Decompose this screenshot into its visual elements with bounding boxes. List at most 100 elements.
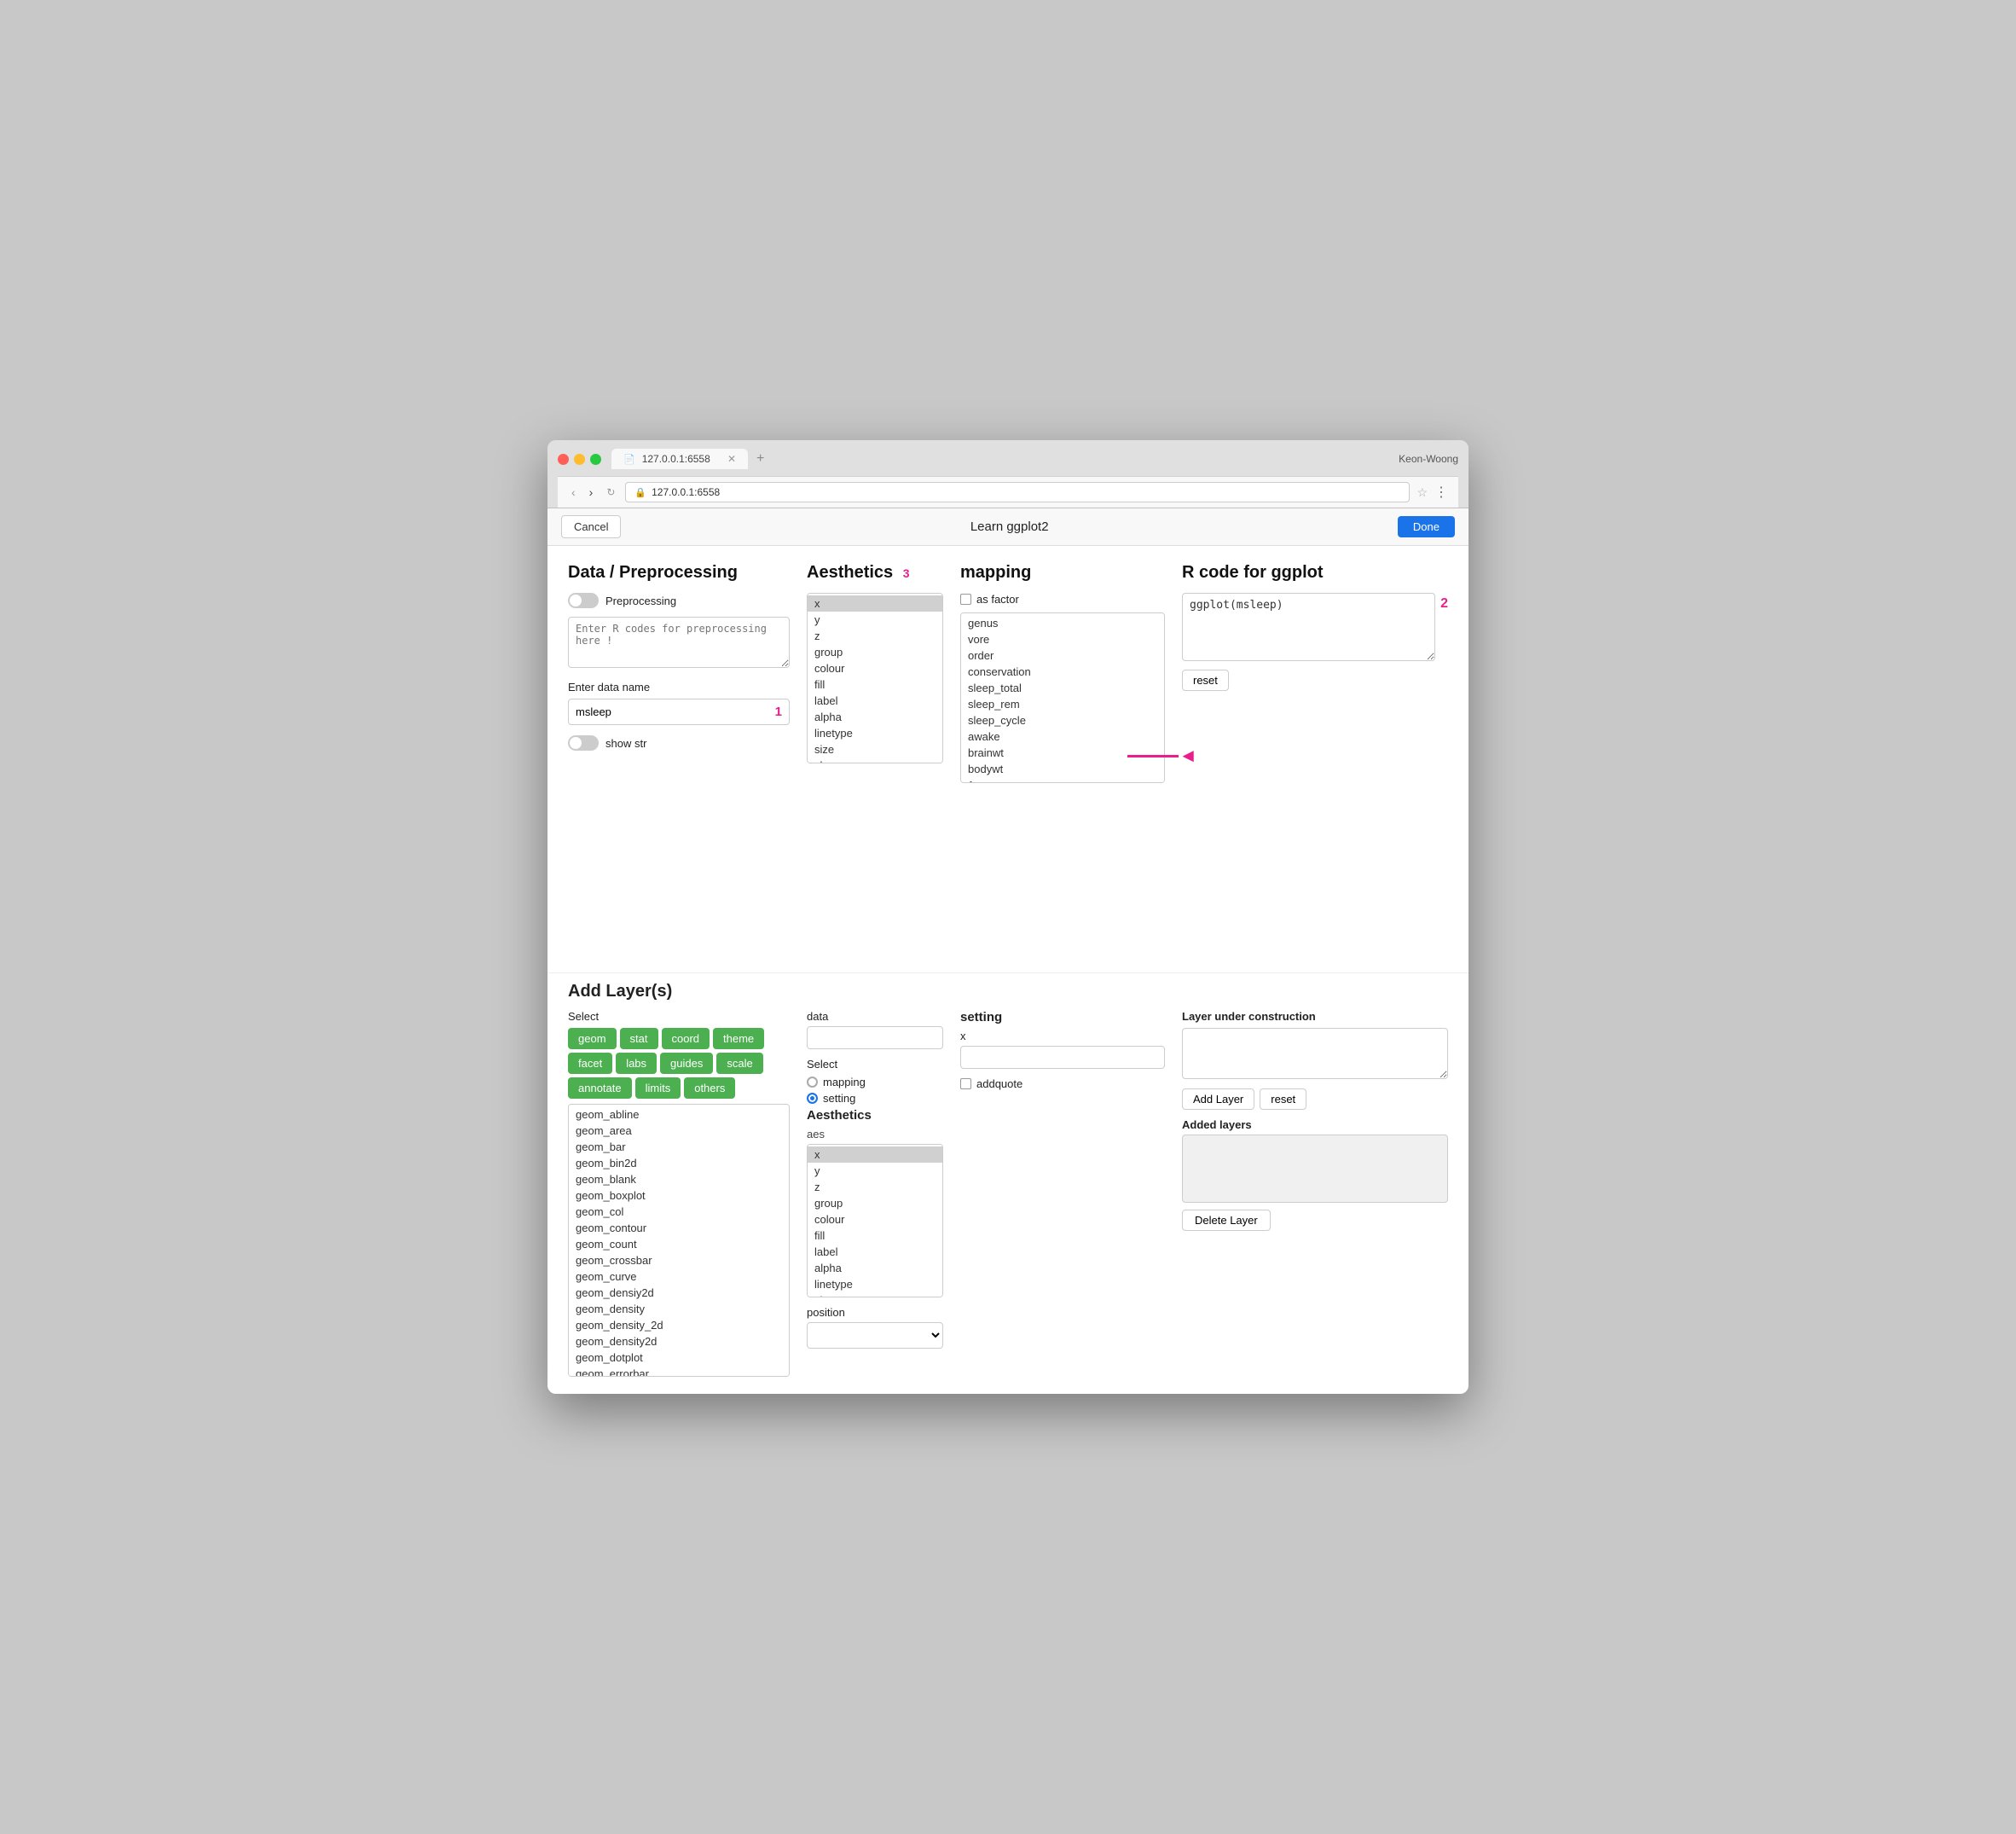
tab-close-icon[interactable]: ✕ [727,453,736,465]
mapping-list-item[interactable]: conservation [961,664,1164,680]
aes-bottom-list[interactable]: x y z group colour fill label alpha line… [807,1144,943,1297]
setting-x-field[interactable] [960,1046,1165,1069]
mapping-list-item[interactable]: sleep_rem [961,696,1164,712]
data-name-input-wrapper: 1 [568,699,790,725]
delete-layer-button[interactable]: Delete Layer [1182,1210,1271,1231]
aes-list-item[interactable]: z [808,628,942,644]
url-bar[interactable]: 🔒 127.0.0.1:6558 [625,482,1410,502]
mapping-list-item[interactable]: awake [961,728,1164,745]
guides-button[interactable]: guides [660,1053,713,1074]
mapping-list-item[interactable]: sleep_total [961,680,1164,696]
show-str-toggle[interactable] [568,735,599,751]
preprocessing-toggle[interactable] [568,593,599,608]
new-tab-button[interactable]: + [751,451,769,467]
aes-bottom-item[interactable]: y [808,1163,942,1179]
title-bar: 📄 127.0.0.1:6558 ✕ + Keon-Woong ‹ › ↻ 🔒 … [547,440,1469,508]
aes-list-item[interactable]: shape [808,757,942,763]
mapping-list-item[interactable]: genus [961,615,1164,631]
close-button[interactable] [558,454,569,465]
preprocessing-row: Preprocessing [568,593,790,608]
minimize-button[interactable] [574,454,585,465]
as-factor-label: as factor [976,593,1019,606]
mapping-list-item[interactable]: vore [961,631,1164,647]
aes-list-item[interactable]: fill [808,676,942,693]
geom-list-item[interactable]: geom_boxplot [569,1187,789,1204]
aes-list-item[interactable]: label [808,693,942,709]
as-factor-checkbox[interactable] [960,594,971,605]
back-button[interactable]: ‹ [568,484,579,501]
geom-list-item[interactable]: geom_curve [569,1268,789,1285]
geom-list[interactable]: geom_abline geom_area geom_bar geom_bin2… [568,1104,790,1377]
position-label: position [807,1306,943,1319]
browser-tab[interactable]: 📄 127.0.0.1:6558 ✕ [611,449,748,469]
geom-list-item[interactable]: geom_density_2d [569,1317,789,1333]
layer-reset-button[interactable]: reset [1260,1088,1306,1110]
others-button[interactable]: others [684,1077,735,1099]
aesthetics-list[interactable]: x y z group colour fill label alpha line… [807,593,943,763]
limits-button[interactable]: limits [635,1077,681,1099]
aes-list-item[interactable]: group [808,644,942,660]
theme-button[interactable]: theme [713,1028,764,1049]
geom-list-item[interactable]: geom_col [569,1204,789,1220]
data-input-field[interactable] [807,1026,943,1049]
aes-bottom-item[interactable]: x [808,1146,942,1163]
geom-list-item[interactable]: geom_blank [569,1171,789,1187]
data-section-title: Data / Preprocessing [568,563,790,583]
stat-button[interactable]: stat [620,1028,658,1049]
cancel-button[interactable]: Cancel [561,515,621,538]
geom-list-item[interactable]: geom_dotplot [569,1349,789,1366]
geom-list-item[interactable]: geom_bin2d [569,1155,789,1171]
aes-bottom-item[interactable]: colour [808,1211,942,1228]
aes-bottom-item[interactable]: linetype [808,1276,942,1292]
aes-list-item[interactable]: alpha [808,709,942,725]
preprocessing-textarea[interactable] [568,617,790,668]
aes-list-item[interactable]: y [808,612,942,628]
coord-button[interactable]: coord [662,1028,710,1049]
mapping-radio[interactable] [807,1077,818,1088]
geom-list-item[interactable]: geom_bar [569,1139,789,1155]
rcode-reset-button[interactable]: reset [1182,670,1229,691]
facet-button[interactable]: facet [568,1053,612,1074]
mapping-list-item[interactable]: 1 [961,777,1164,783]
forward-button[interactable]: › [586,484,597,501]
geom-list-item[interactable]: geom_density [569,1301,789,1317]
setting-radio[interactable] [807,1093,818,1104]
menu-button[interactable]: ⋮ [1434,484,1448,501]
geom-list-item[interactable]: geom_errorbar [569,1366,789,1377]
geom-list-item[interactable]: geom_area [569,1123,789,1139]
mapping-list-item[interactable]: sleep_cycle [961,712,1164,728]
position-select[interactable] [807,1322,943,1349]
rcode-textarea[interactable]: ggplot(msleep) [1182,593,1435,661]
aes-list-item[interactable]: linetype [808,725,942,741]
bookmark-button[interactable]: ☆ [1416,485,1428,500]
geom-list-item[interactable]: geom_contour [569,1220,789,1236]
data-select-column: data Select mapping setting Aesthetics a… [807,1010,943,1377]
done-button[interactable]: Done [1398,516,1455,537]
annotate-button[interactable]: annotate [568,1077,632,1099]
aes-bottom-item[interactable]: fill [808,1228,942,1244]
mapping-list-item[interactable]: order [961,647,1164,664]
geom-list-item[interactable]: geom_count [569,1236,789,1252]
layer-construct-textarea[interactable] [1182,1028,1448,1079]
refresh-button[interactable]: ↻ [603,485,618,500]
addquote-checkbox[interactable] [960,1078,971,1089]
add-layer-button[interactable]: Add Layer [1182,1088,1254,1110]
geom-button[interactable]: geom [568,1028,617,1049]
scale-button[interactable]: scale [716,1053,762,1074]
geom-list-item[interactable]: geom_density2d [569,1333,789,1349]
aes-bottom-item[interactable]: label [808,1244,942,1260]
maximize-button[interactable] [590,454,601,465]
geom-list-item[interactable]: geom_crossbar [569,1252,789,1268]
aes-bottom-item[interactable]: group [808,1195,942,1211]
aes-bottom-item[interactable]: z [808,1179,942,1195]
labs-button[interactable]: labs [616,1053,657,1074]
aes-bottom-item[interactable]: alpha [808,1260,942,1276]
aes-list-item[interactable]: colour [808,660,942,676]
aes-bottom-item[interactable]: size [808,1292,942,1297]
lock-icon: 🔒 [634,487,646,498]
geom-list-item[interactable]: geom_abline [569,1106,789,1123]
aes-list-item[interactable]: size [808,741,942,757]
aes-list-item[interactable]: x [808,595,942,612]
geom-list-item[interactable]: geom_densiy2d [569,1285,789,1301]
data-name-field[interactable] [576,705,770,718]
